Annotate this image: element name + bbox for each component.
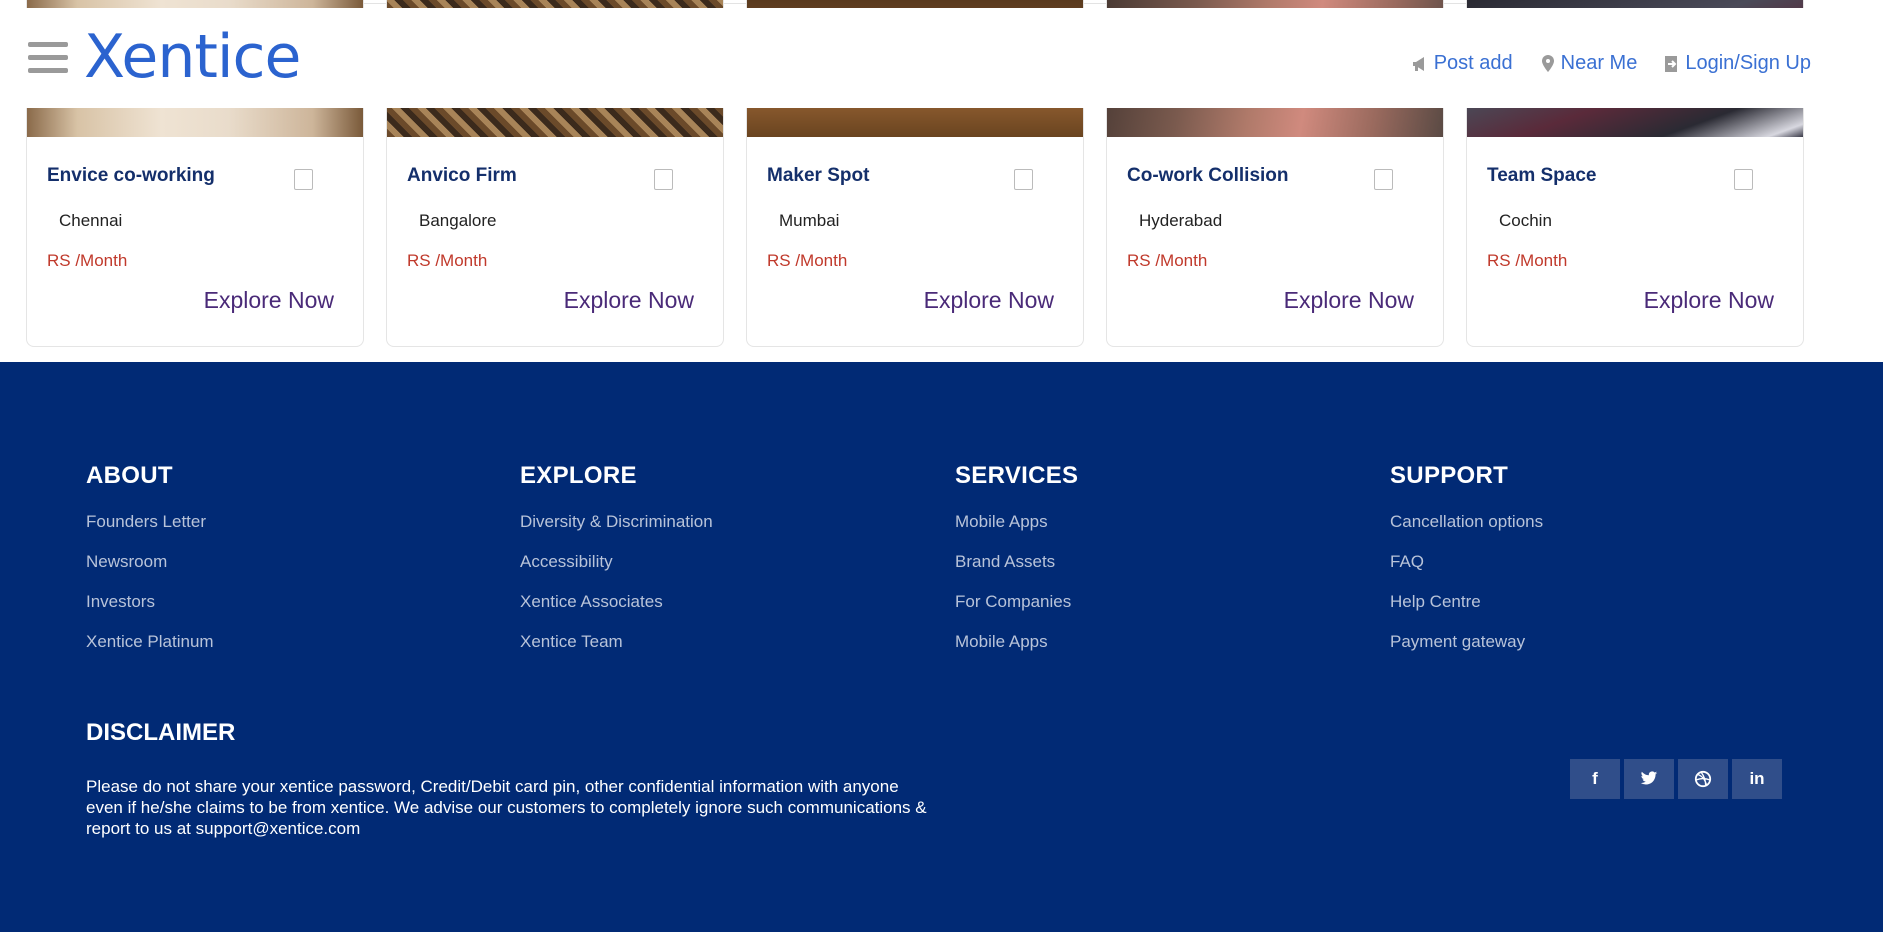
- login-icon: [1665, 55, 1678, 72]
- footer-col-support: SUPPORT Cancellation options FAQ Help Ce…: [1390, 462, 1543, 672]
- card-title[interactable]: Team Space: [1487, 165, 1596, 187]
- disclaimer-heading: DISCLAIMER: [86, 719, 236, 746]
- card-price: RS /Month: [767, 251, 848, 270]
- footer-heading: SUPPORT: [1390, 462, 1509, 489]
- footer-col-explore: EXPLORE Diversity & Discrimination Acces…: [520, 462, 713, 672]
- footer-link[interactable]: Help Centre: [1390, 592, 1543, 632]
- footer-link[interactable]: Cancellation options: [1390, 512, 1543, 552]
- footer-link[interactable]: Mobile Apps: [955, 632, 1078, 672]
- disclaimer-text: Please do not share your xentice passwor…: [86, 777, 927, 838]
- footer-link[interactable]: Xentice Platinum: [86, 632, 214, 672]
- footer-col-about: ABOUT Founders Letter Newsroom Investors…: [86, 462, 214, 672]
- footer-link[interactable]: Mobile Apps: [955, 512, 1078, 552]
- card-price: RS /Month: [47, 251, 128, 270]
- footer-link[interactable]: Xentice Associates: [520, 592, 713, 632]
- dribbble-icon[interactable]: [1678, 759, 1728, 799]
- explore-now-link[interactable]: Explore Now: [1284, 287, 1414, 314]
- footer-link[interactable]: Diversity & Discrimination: [520, 512, 713, 552]
- footer-link[interactable]: FAQ: [1390, 552, 1543, 592]
- card-city: Mumbai: [779, 211, 840, 230]
- card-title[interactable]: Envice co-working: [47, 165, 215, 187]
- facebook-icon[interactable]: f: [1570, 759, 1620, 799]
- explore-now-link[interactable]: Explore Now: [564, 287, 694, 314]
- card-price: RS /Month: [1127, 251, 1208, 270]
- card-title[interactable]: Anvico Firm: [407, 165, 517, 187]
- card-price: RS /Month: [1487, 251, 1568, 270]
- compare-checkbox[interactable]: [654, 169, 673, 190]
- footer-link[interactable]: For Companies: [955, 592, 1078, 632]
- linkedin-icon[interactable]: in: [1732, 759, 1782, 799]
- post-add-label: Post add: [1433, 52, 1513, 74]
- megaphone-icon: [1412, 56, 1424, 71]
- twitter-bird-icon: [1640, 771, 1658, 785]
- location-pin-icon: [1541, 54, 1554, 72]
- login-signup-label: Login/Sign Up: [1685, 52, 1811, 74]
- login-signup-link[interactable]: Login/Sign Up: [1661, 52, 1811, 75]
- site-footer: ABOUT Founders Letter Newsroom Investors…: [0, 362, 1883, 932]
- card-title[interactable]: Co-work Collision: [1127, 165, 1289, 187]
- card-city: Chennai: [59, 211, 123, 230]
- footer-link[interactable]: Investors: [86, 592, 214, 632]
- header-nav: Post add Near Me Login/Sign Up: [1410, 52, 1811, 75]
- footer-link[interactable]: Xentice Team: [520, 632, 713, 672]
- near-me-label: Near Me: [1560, 52, 1638, 74]
- dribbble-ball-icon: [1694, 770, 1712, 788]
- footer-col-services: SERVICES Mobile Apps Brand Assets For Co…: [955, 462, 1078, 672]
- footer-heading: EXPLORE: [520, 462, 637, 489]
- footer-link[interactable]: Founders Letter: [86, 512, 214, 552]
- card-city: Hyderabad: [1139, 211, 1223, 230]
- compare-checkbox[interactable]: [1734, 169, 1753, 190]
- card-city: Cochin: [1499, 211, 1552, 230]
- compare-checkbox[interactable]: [1014, 169, 1033, 190]
- footer-link[interactable]: Newsroom: [86, 552, 214, 592]
- explore-now-link[interactable]: Explore Now: [1644, 287, 1774, 314]
- post-add-link[interactable]: Post add: [1410, 52, 1513, 75]
- near-me-link[interactable]: Near Me: [1537, 52, 1638, 75]
- card-city: Bangalore: [419, 211, 497, 230]
- card-price: RS /Month: [407, 251, 488, 270]
- social-links: f in: [1570, 759, 1782, 799]
- explore-now-link[interactable]: Explore Now: [924, 287, 1054, 314]
- site-logo[interactable]: Xentice: [84, 22, 301, 92]
- footer-link[interactable]: Accessibility: [520, 552, 713, 592]
- compare-checkbox[interactable]: [1374, 169, 1393, 190]
- footer-heading: ABOUT: [86, 462, 173, 489]
- footer-link[interactable]: Brand Assets: [955, 552, 1078, 592]
- card-title[interactable]: Maker Spot: [767, 165, 869, 187]
- explore-now-link[interactable]: Explore Now: [204, 287, 334, 314]
- footer-link[interactable]: Payment gateway: [1390, 632, 1543, 672]
- twitter-icon[interactable]: [1624, 759, 1674, 799]
- site-header: Xentice Post add Near Me Login/Sign Up: [0, 8, 1883, 108]
- hamburger-menu-icon[interactable]: [28, 42, 68, 82]
- footer-heading: SERVICES: [955, 462, 1079, 489]
- compare-checkbox[interactable]: [294, 169, 313, 190]
